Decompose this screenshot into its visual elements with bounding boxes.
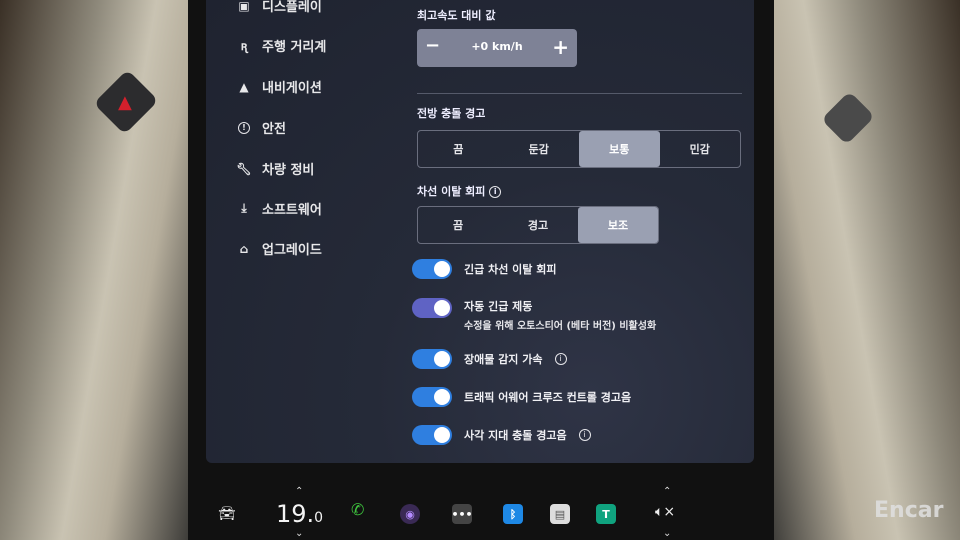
dashboard-right-trim: [770, 0, 960, 540]
sidebar-item-label: 소프트웨어: [262, 203, 322, 218]
sidebar-item-display[interactable]: ▣ 디스플레이: [236, 0, 322, 15]
temperature-decimal: 0: [314, 510, 324, 526]
toggle-row-obstacle: 장애물 감지 가속 i: [412, 349, 567, 369]
car-icon[interactable]: 🚘︎: [218, 506, 236, 522]
sidebar-item-software[interactable]: ⤓ 소프트웨어: [236, 199, 322, 218]
temperature-display[interactable]: 19.0: [276, 500, 323, 528]
obstacle-accel-toggle[interactable]: [412, 349, 452, 369]
emergency-lane-toggle[interactable]: [412, 259, 452, 279]
aeb-toggle[interactable]: [412, 298, 452, 318]
toggle-knob: [434, 351, 450, 367]
navigation-icon: ▲: [239, 79, 249, 94]
option-early[interactable]: 민감: [660, 131, 741, 167]
watermark: Encar: [874, 498, 944, 523]
sidebar-item-label: 내비게이션: [262, 81, 322, 96]
aeb-text: 자동 긴급 제동 수정을 위해 오토스티어 (베타 버전) 비활성화: [464, 298, 656, 332]
option-medium[interactable]: 보통: [579, 131, 660, 167]
option-assist[interactable]: 보조: [578, 207, 658, 243]
sidebar-item-service[interactable]: 🔧︎ 차량 정비: [236, 159, 315, 179]
sidebar-item-safety[interactable]: ! 안전: [236, 118, 286, 137]
forward-collision-selector: 끔 둔감 보통 민감: [417, 130, 741, 168]
toggle-knob: [434, 389, 450, 405]
info-icon[interactable]: i: [578, 429, 591, 441]
tacc-chime-toggle[interactable]: [412, 387, 452, 407]
toggle-row-emergency-lane: 긴급 차선 이탈 회피: [412, 259, 556, 279]
speed-offset-label: 최고속도 대비 값: [417, 9, 496, 22]
speed-offset-stepper: − +0 km/h +: [417, 29, 577, 67]
sidebar-item-label: 주행 거리계: [262, 40, 327, 55]
toggle-label: 긴급 차선 이탈 회피: [464, 263, 557, 276]
sidebar-item-label: 업그레이드: [262, 243, 322, 258]
mute-icon[interactable]: 🔈︎×: [655, 504, 675, 520]
section-divider: [417, 93, 742, 94]
toggle-row-tacc-chime: 트래픽 어웨어 크루즈 컨트롤 경고음: [412, 387, 631, 407]
toggle-label: 자동 긴급 제동: [464, 300, 533, 313]
touchscreen: ▣ 디스플레이 ꭆ 주행 거리계 ▲ 내비게이션 ! 안전 🔧︎ 차량 정비 ⤓…: [206, 0, 754, 463]
display-icon: ▣: [238, 0, 250, 13]
toggle-label: 장애물 감지 가속: [464, 353, 543, 366]
toggle-row-blindspot: 사각 지대 충돌 경고음 i: [412, 425, 591, 445]
toggle-sublabel: 수정을 위해 오토스티어 (베타 버전) 비활성화: [464, 321, 657, 332]
toggle-label: 사각 지대 충돌 경고음: [464, 429, 567, 442]
calendar-icon[interactable]: ▤: [550, 504, 570, 524]
temperature-value: 19.: [276, 500, 315, 528]
toggle-knob: [434, 427, 450, 443]
lane-departure-label: 차선 이탈 회피: [417, 185, 486, 198]
sidebar-item-label: 차량 정비: [262, 163, 315, 178]
info-icon[interactable]: i: [554, 353, 567, 365]
more-apps-icon[interactable]: •••: [451, 504, 473, 524]
dashboard-left-trim: [0, 0, 190, 540]
sidebar-item-label: 안전: [262, 122, 286, 137]
temp-up-icon[interactable]: ⌃: [295, 486, 303, 497]
toggle-label: 트래픽 어웨어 크루즈 컨트롤 경고음: [464, 391, 632, 404]
lane-departure-label-row: 차선 이탈 회피 i: [417, 183, 502, 199]
phone-icon[interactable]: ✆: [351, 500, 364, 519]
volume-down-icon[interactable]: ⌄: [663, 528, 671, 539]
sidebar-item-upgrades[interactable]: ⌂ 업그레이드: [236, 239, 322, 259]
toggle-knob: [434, 300, 450, 316]
camera-icon[interactable]: ◉: [400, 504, 420, 524]
toybox-icon[interactable]: T: [596, 504, 616, 524]
hazard-icon: ▲: [118, 92, 132, 113]
sidebar-item-label: 디스플레이: [262, 0, 322, 15]
toggle-knob: [434, 261, 450, 277]
sidebar-item-navigation[interactable]: ▲ 내비게이션: [236, 77, 322, 97]
volume-up-icon[interactable]: ⌃: [663, 486, 671, 497]
option-warning[interactable]: 경고: [498, 207, 578, 243]
info-icon[interactable]: i: [489, 186, 502, 198]
odometer-icon: ꭆ: [240, 39, 248, 53]
download-icon: ⤓: [241, 201, 247, 215]
lock-icon: ⌂: [239, 241, 249, 256]
forward-collision-label: 전방 충돌 경고: [417, 107, 486, 120]
bluetooth-icon[interactable]: ᛒ: [503, 504, 523, 524]
option-off[interactable]: 끔: [418, 131, 499, 167]
safety-icon: !: [236, 121, 252, 135]
toggle-row-aeb: 자동 긴급 제동 수정을 위해 오토스티어 (베타 버전) 비활성화: [412, 298, 656, 332]
option-off[interactable]: 끔: [418, 207, 498, 243]
option-late[interactable]: 둔감: [499, 131, 580, 167]
increase-button[interactable]: +: [552, 35, 569, 59]
temp-down-icon[interactable]: ⌄: [295, 528, 303, 539]
blindspot-chime-toggle[interactable]: [412, 425, 452, 445]
wrench-icon: 🔧︎: [236, 161, 252, 176]
sidebar-item-odometer[interactable]: ꭆ 주행 거리계: [236, 36, 327, 55]
lane-departure-selector: 끔 경고 보조: [417, 206, 659, 244]
bottom-dock: 🚘︎ ⌃ 19.0 ⌄ ✆ ◉ ••• ᛒ ▤ T ⌃ 🔈︎× ⌄: [206, 470, 754, 540]
